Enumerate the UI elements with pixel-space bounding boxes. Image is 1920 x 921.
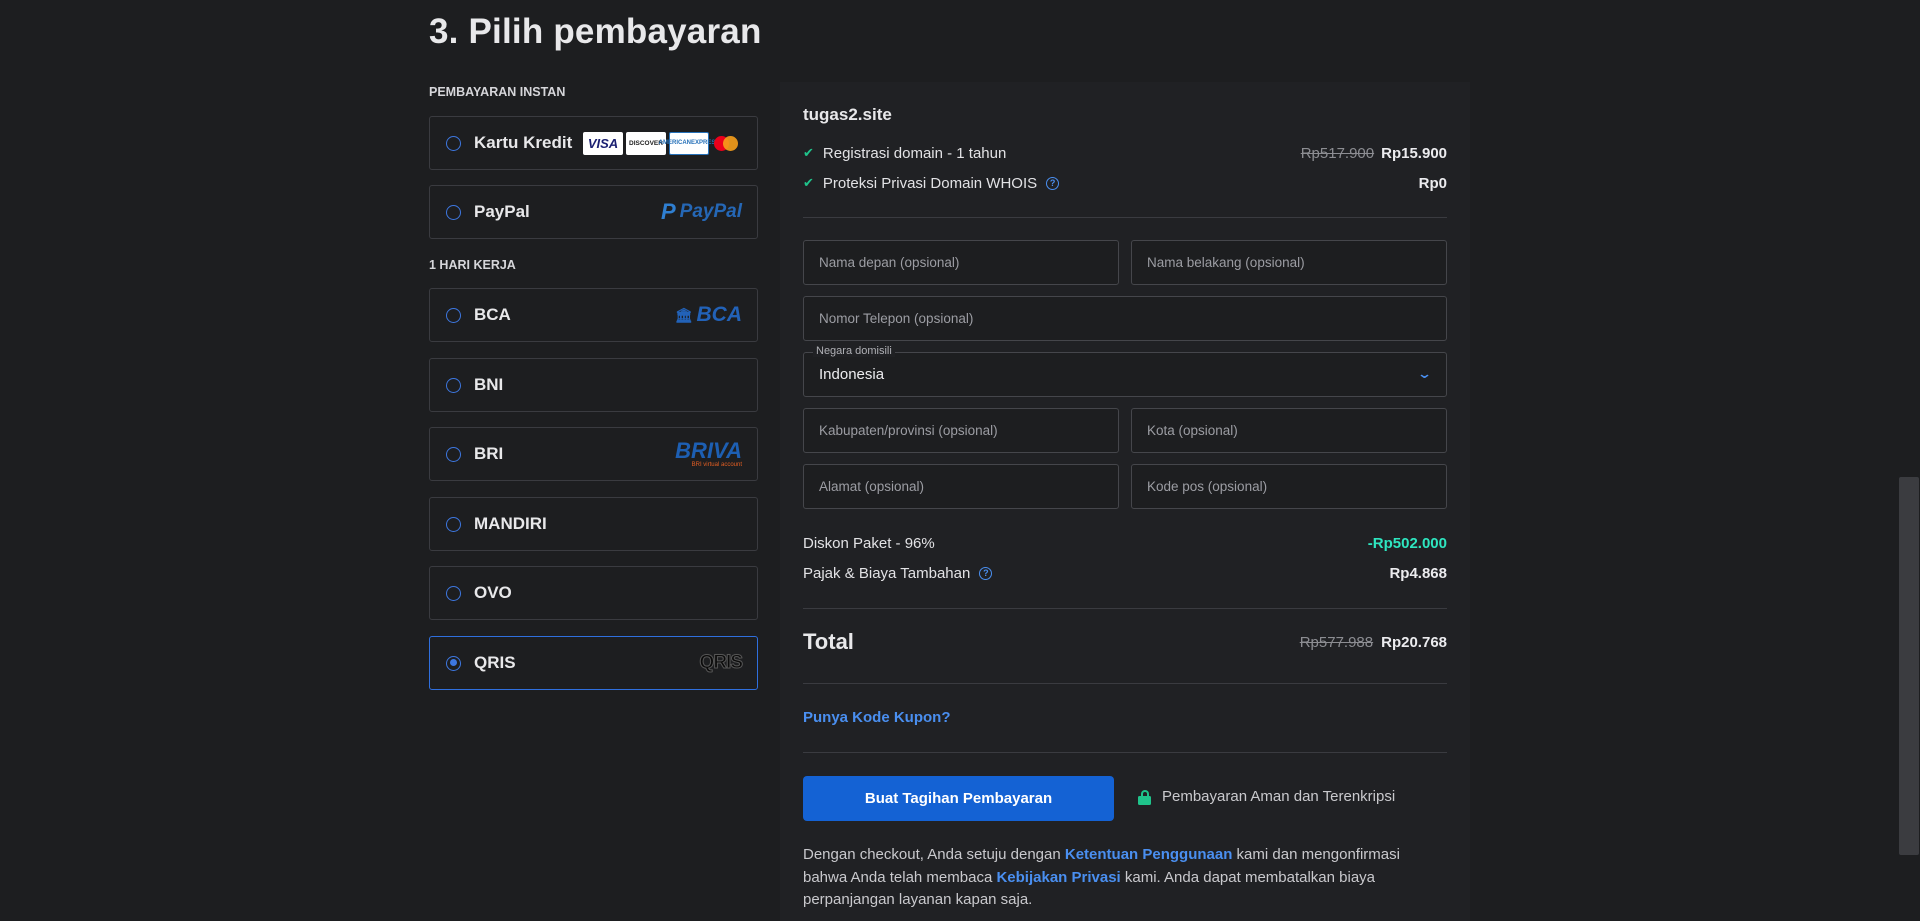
original-price: Rp517.900 — [1300, 144, 1375, 162]
bca-logo: 🏛 BCA — [674, 303, 742, 326]
discount-value: -Rp502.000 — [1367, 534, 1447, 552]
radio-button[interactable] — [446, 204, 461, 220]
visa-logo: VISA — [583, 131, 623, 155]
province-field[interactable] — [803, 408, 1119, 453]
first-name-input[interactable] — [819, 255, 1118, 270]
discount-row: Diskon Paket - 96% -Rp502.000 — [803, 532, 1447, 554]
payment-option-mandiri[interactable]: MANDIRI — [429, 497, 758, 551]
payment-option-label: MANDIRI — [474, 514, 547, 533]
payment-option-label: BCA — [474, 305, 511, 324]
tax-label: Pajak & Biaya Tambahan — [803, 564, 971, 582]
qris-logo: QRIS — [699, 652, 743, 674]
question-circle-icon[interactable]: ? — [1046, 176, 1060, 190]
payment-option-bri[interactable]: BRI BRIVA BRI virtual account — [429, 427, 758, 481]
mastercard-logo — [712, 132, 742, 155]
check-icon: ✔ — [803, 145, 814, 160]
order-summary-panel: tugas2.site ✔ Registrasi domain - 1 tahu… — [780, 82, 1470, 921]
lock-icon — [1138, 789, 1151, 805]
line-item-label: Proteksi Privasi Domain WHOIS — [822, 174, 1038, 192]
address-field[interactable] — [803, 464, 1119, 509]
divider — [803, 752, 1447, 753]
line-item-whois-privacy: ✔ Proteksi Privasi Domain WHOIS ? Rp0 — [803, 172, 1447, 194]
briva-logo: BRIVA BRI virtual account — [675, 438, 742, 469]
radio-button[interactable] — [446, 135, 461, 151]
payment-option-bni[interactable]: BNI — [429, 358, 758, 412]
payment-option-label: Kartu Kredit — [474, 133, 573, 152]
scrollbar-thumb[interactable] — [1899, 477, 1919, 855]
country-select-value: Indonesia — [819, 366, 885, 383]
postal-code-field[interactable] — [1131, 464, 1447, 509]
radio-button[interactable] — [446, 516, 461, 532]
paypal-logo: P PayPal — [660, 199, 742, 224]
city-field[interactable] — [1131, 408, 1447, 453]
phone-input[interactable] — [819, 311, 1446, 326]
section-label-one-business-day: 1 HARI KERJA — [429, 258, 516, 272]
payment-option-label: QRIS — [474, 653, 516, 672]
card-logos: VISA DISCOVER AMERICAN EXPRESS — [583, 131, 742, 155]
line-item-domain-registration: ✔ Registrasi domain - 1 tahun Rp517.900 … — [803, 142, 1447, 164]
city-input[interactable] — [1147, 423, 1446, 438]
line-item-label: Registrasi domain - 1 tahun — [822, 144, 1007, 162]
last-name-input[interactable] — [1147, 255, 1446, 270]
payment-option-label: OVO — [474, 583, 512, 602]
secure-payment-text: Pembayaran Aman dan Terenkripsi — [1162, 788, 1396, 805]
tax-value: Rp4.868 — [1389, 564, 1447, 582]
total-original-price: Rp577.988 — [1299, 633, 1374, 651]
country-select[interactable]: Negara domisili Indonesia ⌄ — [803, 345, 1447, 397]
page-title: 3. Pilih pembayaran — [429, 12, 762, 51]
discount-label: Diskon Paket - 96% — [803, 534, 935, 552]
country-select-label: Negara domisili — [813, 345, 895, 357]
price: Rp15.900 — [1381, 144, 1447, 162]
postal-code-input[interactable] — [1147, 479, 1446, 494]
payment-option-label: PayPal — [474, 202, 530, 221]
first-name-field[interactable] — [803, 240, 1119, 285]
payment-option-paypal[interactable]: PayPal P PayPal — [429, 185, 758, 239]
radio-button[interactable] — [446, 446, 461, 462]
radio-button-selected[interactable] — [446, 655, 461, 671]
secure-payment-note: Pembayaran Aman dan Terenkripsi — [1138, 788, 1395, 805]
coupon-code-link[interactable]: Punya Kode Kupon? — [803, 709, 951, 726]
divider — [803, 683, 1447, 684]
payment-option-label: BNI — [474, 375, 504, 394]
question-circle-icon[interactable]: ? — [979, 566, 993, 580]
bank-icon: 🏛 — [674, 306, 693, 323]
province-input[interactable] — [819, 423, 1118, 438]
terms-text: Dengan checkout, Anda setuju dengan Kete… — [803, 846, 1400, 908]
check-icon: ✔ — [803, 175, 814, 190]
amex-logo: AMERICAN EXPRESS — [659, 131, 719, 155]
divider — [803, 608, 1447, 609]
radio-button[interactable] — [446, 377, 461, 393]
phone-field[interactable] — [803, 296, 1447, 341]
scrollbar[interactable] — [1898, 0, 1920, 921]
price: Rp0 — [1418, 174, 1447, 192]
divider — [803, 217, 1447, 218]
address-input[interactable] — [819, 479, 1118, 494]
domain-name: tugas2.site — [803, 105, 892, 124]
payment-option-qris[interactable]: QRIS QRIS — [429, 636, 758, 690]
tax-row: Pajak & Biaya Tambahan ? Rp4.868 — [803, 562, 1447, 584]
total-row: Total Rp577.988 Rp20.768 — [803, 629, 1447, 655]
total-label: Total — [803, 629, 854, 654]
radio-button[interactable] — [446, 585, 461, 601]
privacy-policy-link[interactable]: Kebijakan Privasi — [996, 869, 1120, 886]
payment-option-credit-card[interactable]: Kartu Kredit VISA DISCOVER AMERICAN EXPRE… — [429, 116, 758, 170]
terms-of-use-link[interactable]: Ketentuan Penggunaan — [1065, 846, 1233, 863]
total-price: Rp20.768 — [1381, 633, 1447, 651]
create-payment-invoice-button[interactable]: Buat Tagihan Pembayaran — [803, 776, 1114, 821]
radio-button[interactable] — [446, 307, 461, 323]
last-name-field[interactable] — [1131, 240, 1447, 285]
chevron-down-icon[interactable]: ⌄ — [1417, 366, 1432, 382]
payment-option-ovo[interactable]: OVO — [429, 566, 758, 620]
section-label-instant-payment: PEMBAYARAN INSTAN — [429, 85, 566, 99]
payment-option-label: BRI — [474, 444, 504, 463]
paypal-mark-icon: P — [660, 199, 676, 224]
payment-option-bca[interactable]: BCA 🏛 BCA — [429, 288, 758, 342]
